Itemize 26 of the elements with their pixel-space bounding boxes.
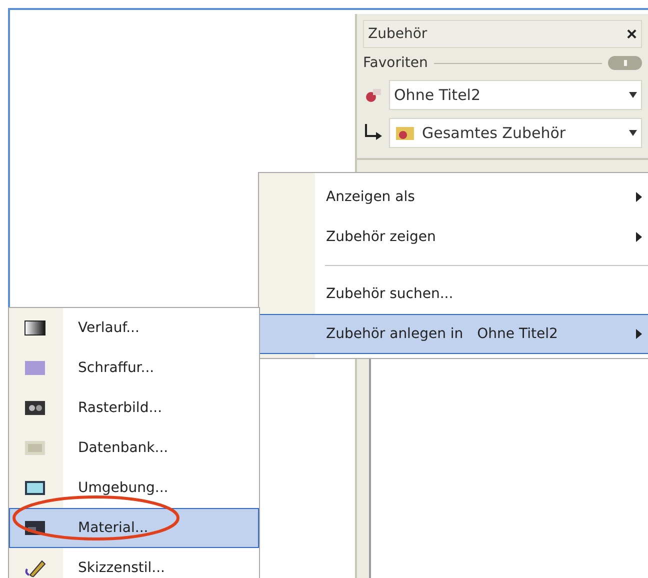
hatch-icon — [24, 359, 46, 377]
close-button[interactable]: × — [626, 24, 637, 44]
dropdown-caret-icon — [629, 130, 637, 136]
menu-item[interactable]: Schraffur... — [9, 348, 259, 388]
dropdown-caret-icon — [629, 92, 637, 98]
gradient-icon — [24, 319, 46, 337]
menu-item[interactable]: Zubehör zeigen — [259, 217, 648, 257]
collapse-button[interactable] — [608, 56, 642, 70]
menu-item[interactable]: Rasterbild... — [9, 388, 259, 428]
library-dropdown[interactable]: Ohne Titel2 — [389, 80, 642, 110]
category-dropdown[interactable]: Gesamtes Zubehör — [389, 118, 642, 148]
menu-item[interactable]: Datenbank... — [9, 428, 259, 468]
environment-icon — [24, 479, 46, 497]
menu-item[interactable]: Skizzenstil... — [9, 548, 259, 578]
database-icon — [24, 439, 46, 457]
pencil-icon — [24, 559, 46, 577]
section-label: Favoriten — [363, 55, 428, 71]
menu-item[interactable]: Material... — [9, 508, 259, 548]
menu-item[interactable]: Anzeigen als — [259, 177, 648, 217]
menu-item[interactable]: Zubehör anlegen in Ohne Titel2 — [259, 314, 648, 354]
menu-item[interactable]: Zubehör suchen... — [259, 274, 648, 314]
menu-item[interactable]: Umgebung... — [9, 468, 259, 508]
panel-title: Zubehör — [368, 26, 428, 42]
folder-icon — [394, 124, 416, 142]
menu-item[interactable]: Verlauf... — [9, 308, 259, 348]
image-icon — [24, 399, 46, 417]
